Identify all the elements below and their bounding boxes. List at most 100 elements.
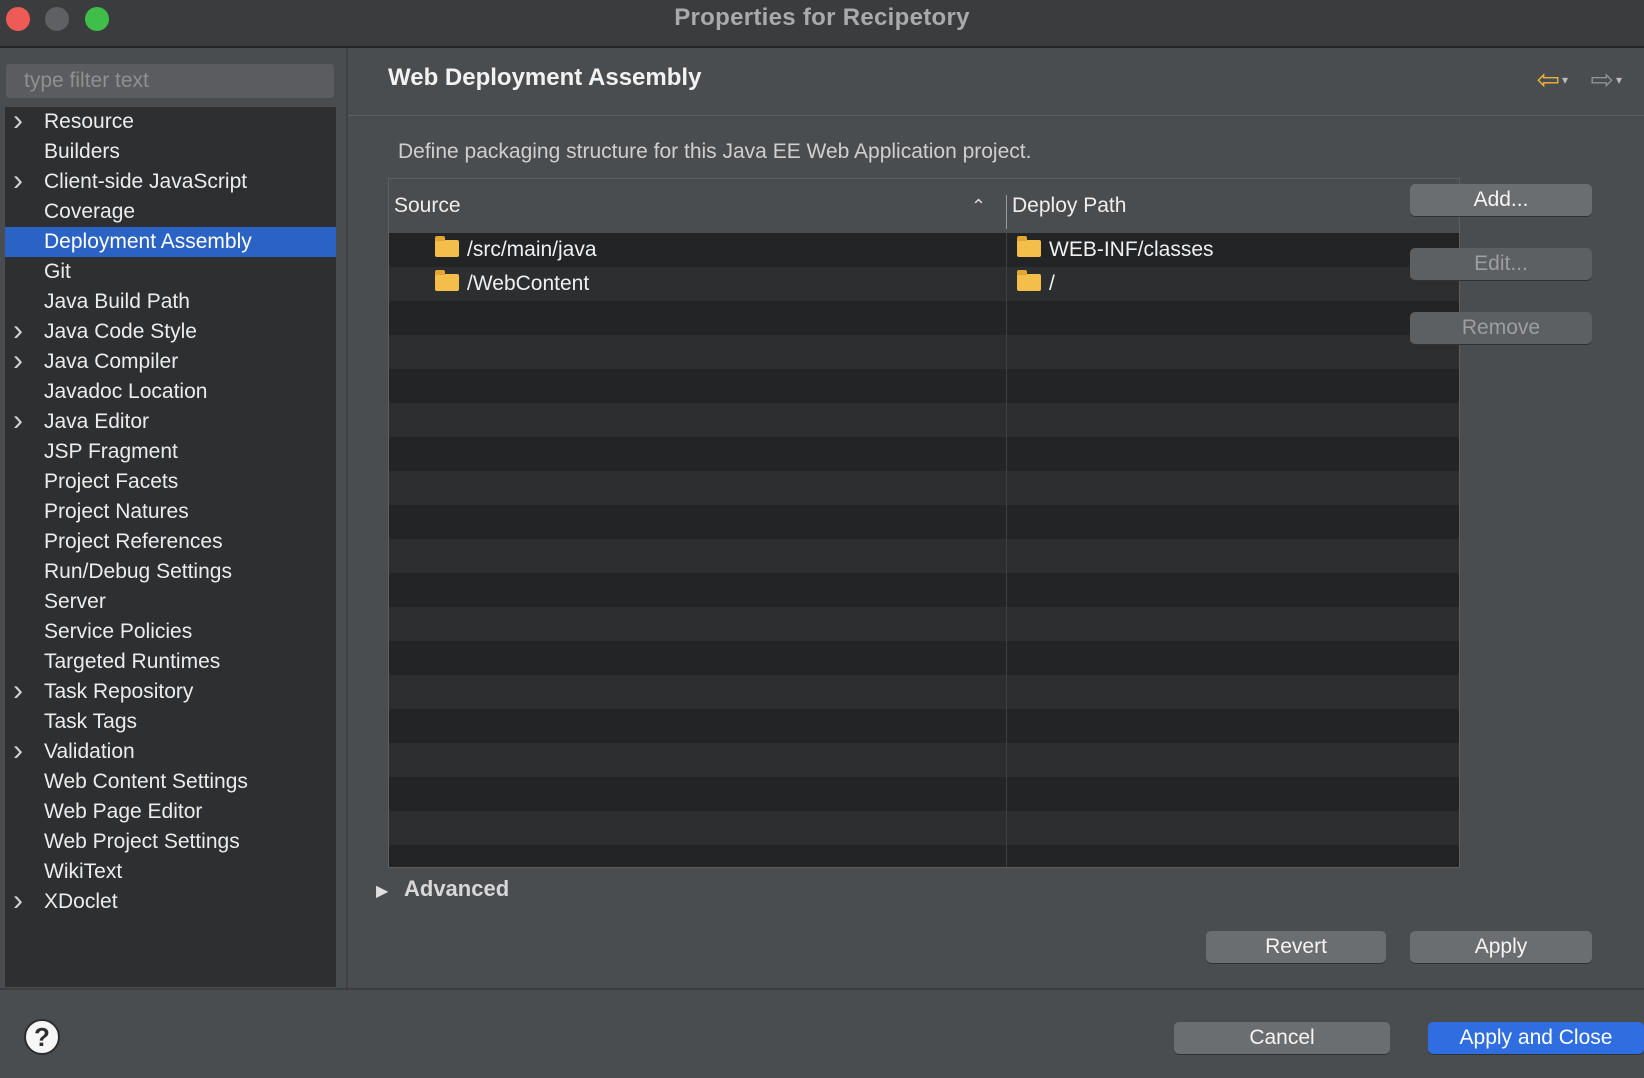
sidebar-item[interactable]: Coverage (5, 197, 336, 227)
edit-button[interactable]: Edit... (1410, 248, 1592, 280)
table-row (389, 471, 1459, 505)
sidebar-item[interactable]: Web Project Settings (5, 827, 336, 857)
sidebar: › Resource Builders › Client-side JavaScript… (0, 48, 348, 988)
sidebar-item[interactable]: Javadoc Location (5, 377, 336, 407)
sidebar-item-label: Project Natures (44, 500, 189, 523)
sidebar-item[interactable]: › Client-side JavaScript (5, 166, 336, 197)
column-header-deploy-path[interactable]: Deploy Path (1012, 179, 1126, 233)
back-dropdown-icon[interactable]: ▾ (1562, 73, 1568, 87)
chevron-right-icon[interactable]: › (13, 166, 29, 197)
deploy-path: / (1049, 272, 1055, 295)
sidebar-item[interactable]: Run/Debug Settings (5, 557, 336, 587)
table-row (389, 573, 1459, 607)
sidebar-item[interactable]: › XDoclet (5, 886, 336, 917)
help-icon[interactable]: ? (24, 1019, 60, 1055)
chevron-right-icon[interactable]: › (13, 406, 29, 437)
sidebar-item[interactable]: Project References (5, 527, 336, 557)
filter-input[interactable] (6, 64, 334, 98)
source-cell: /src/main/java (435, 233, 597, 267)
advanced-section-toggle[interactable]: ▶ Advanced (376, 876, 509, 902)
add-button[interactable]: Add... (1410, 184, 1592, 216)
navigation-arrows: ⇦ ▾ ⇨ ▾ (1537, 66, 1622, 96)
main-panel: Web Deployment Assembly ⇦ ▾ ⇨ ▾ Define pac… (348, 48, 1644, 988)
deploy-path-cell: / (1017, 267, 1055, 301)
table-row (389, 505, 1459, 539)
chevron-right-icon[interactable]: › (13, 676, 29, 707)
apply-and-close-button[interactable]: Apply and Close (1428, 1022, 1644, 1054)
sidebar-item-label: XDoclet (44, 890, 118, 913)
sidebar-item[interactable]: JSP Fragment (5, 437, 336, 467)
table-row (389, 845, 1459, 867)
sidebar-item-label: Run/Debug Settings (44, 560, 232, 583)
sidebar-item[interactable]: Web Content Settings (5, 767, 336, 797)
sort-ascending-icon: ⌃ (971, 196, 987, 216)
sidebar-item[interactable]: Git (5, 257, 336, 287)
sidebar-item[interactable]: › Java Code Style (5, 316, 336, 347)
sidebar-item[interactable]: › Java Editor (5, 406, 336, 437)
table-row[interactable]: /src/main/java WEB-INF/classes (389, 233, 1459, 267)
source-path: /WebContent (467, 272, 590, 295)
chevron-right-icon[interactable]: › (13, 886, 29, 917)
table-row (389, 641, 1459, 675)
sidebar-item-label: JSP Fragment (44, 440, 178, 463)
apply-button[interactable]: Apply (1410, 931, 1592, 963)
sidebar-item[interactable]: › Validation (5, 736, 336, 767)
sidebar-item[interactable]: › Task Repository (5, 676, 336, 707)
sidebar-item-label: Coverage (44, 200, 136, 223)
column-header-source[interactable]: Source (394, 179, 461, 233)
sidebar-item-label: Web Page Editor (44, 800, 203, 823)
chevron-right-icon[interactable]: › (13, 316, 29, 347)
table-body: /src/main/java WEB-INF/classes/WebContent… (389, 233, 1459, 867)
table-row (389, 607, 1459, 641)
sidebar-item[interactable]: Builders (5, 137, 336, 167)
sidebar-item-label: Java Editor (44, 410, 150, 433)
sidebar-item-label: Java Compiler (44, 350, 179, 373)
sidebar-item-label: WikiText (44, 860, 123, 883)
table-row (389, 335, 1459, 369)
sidebar-item[interactable]: Project Facets (5, 467, 336, 497)
sidebar-item-label: Java Code Style (44, 320, 197, 343)
table-header: Source ⌃ Deploy Path (389, 179, 1459, 234)
sidebar-item-label: Targeted Runtimes (44, 650, 221, 673)
sidebar-item[interactable]: Project Natures (5, 497, 336, 527)
sidebar-item-label: Server (44, 590, 106, 613)
arrow-left-icon[interactable]: ⇦ (1537, 66, 1560, 94)
sidebar-item[interactable]: Java Build Path (5, 287, 336, 317)
sidebar-item-label: Validation (44, 740, 135, 763)
remove-button[interactable]: Remove (1410, 312, 1592, 344)
page-title: Web Deployment Assembly (388, 64, 702, 91)
sidebar-item[interactable]: Service Policies (5, 617, 336, 647)
sidebar-item[interactable]: WikiText (5, 857, 336, 887)
sidebar-item[interactable]: › Java Compiler (5, 346, 336, 377)
sidebar-item-label: Git (44, 260, 71, 283)
sidebar-item[interactable]: Web Page Editor (5, 797, 336, 827)
cancel-button[interactable]: Cancel (1174, 1022, 1390, 1054)
arrow-right-icon[interactable]: ⇨ (1591, 66, 1614, 94)
source-path: /src/main/java (467, 238, 597, 261)
sidebar-item[interactable]: Server (5, 587, 336, 617)
sidebar-item[interactable]: Task Tags (5, 707, 336, 737)
title-bar: Properties for Recipetory (0, 0, 1644, 48)
table-row (389, 777, 1459, 811)
sidebar-item-label: Project References (44, 530, 223, 553)
column-grid-line (1006, 233, 1007, 867)
expand-triangle-icon: ▶ (376, 883, 389, 900)
chevron-right-icon[interactable]: › (13, 107, 29, 137)
sidebar-item[interactable]: Deployment Assembly (5, 227, 336, 257)
sidebar-item-label: Project Facets (44, 470, 179, 493)
table-row[interactable]: /WebContent / (389, 267, 1459, 301)
sidebar-item[interactable]: Targeted Runtimes (5, 647, 336, 677)
source-cell: /WebContent (435, 267, 589, 301)
forward-dropdown-icon[interactable]: ▾ (1616, 73, 1622, 87)
deploy-path: WEB-INF/classes (1049, 238, 1214, 261)
column-divider[interactable] (1006, 195, 1007, 229)
folder-icon (1017, 235, 1041, 257)
sidebar-item-label: Java Build Path (44, 290, 190, 313)
table-row (389, 743, 1459, 777)
sidebar-item[interactable]: › Resource (5, 107, 336, 137)
chevron-right-icon[interactable]: › (13, 736, 29, 767)
chevron-right-icon[interactable]: › (13, 346, 29, 377)
deployment-table: Source ⌃ Deploy Path /src/main/java WEB-I… (388, 178, 1460, 868)
sidebar-item-label: Client-side JavaScript (44, 170, 248, 193)
revert-button[interactable]: Revert (1206, 931, 1386, 963)
